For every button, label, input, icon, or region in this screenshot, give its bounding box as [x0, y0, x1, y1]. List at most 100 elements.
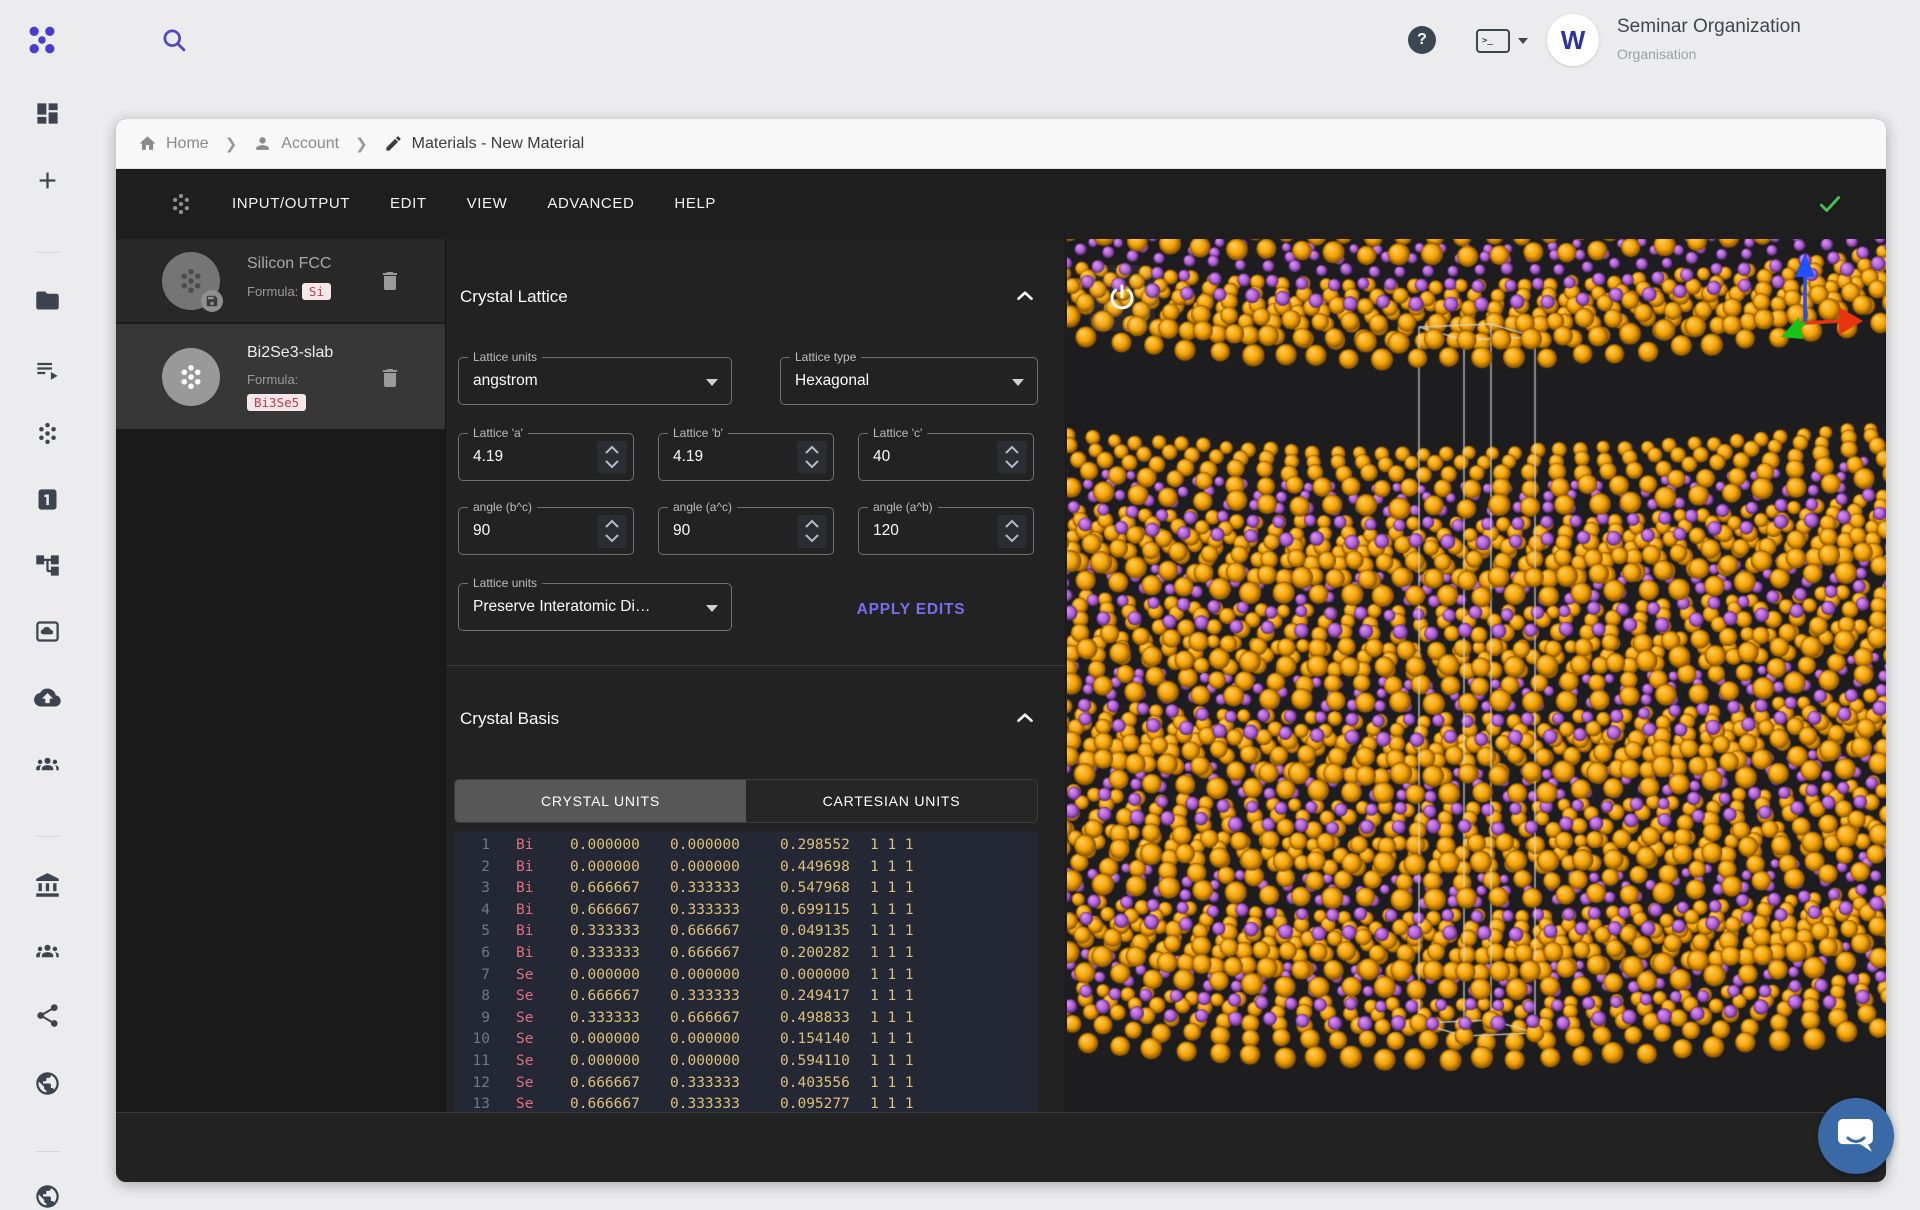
- basis-units-tabs: CRYSTAL UNITS CARTESIAN UNITS: [454, 779, 1038, 823]
- search-icon[interactable]: [160, 26, 188, 54]
- breadcrumb-account[interactable]: Account: [253, 134, 339, 153]
- collapse-basis-icon[interactable]: [1012, 705, 1038, 731]
- basis-row-2[interactable]: 2Bi0.0000000.0000000.4496981 1 1: [454, 856, 1038, 878]
- constraint-flags: 1 1 1: [870, 1050, 914, 1072]
- basis-row-11[interactable]: 11Se0.0000000.0000000.5941101 1 1: [454, 1050, 1038, 1072]
- material-name: Silicon FCC: [247, 255, 331, 273]
- sidebar-divider: [36, 1151, 60, 1152]
- lattice-units-behavior-select[interactable]: Lattice units Preserve Interatomic Di…: [458, 583, 732, 631]
- app-logo-icon[interactable]: [24, 22, 60, 58]
- users-icon[interactable]: [34, 937, 61, 964]
- menu-item-input-output[interactable]: INPUT/OUTPUT: [232, 195, 350, 212]
- line-number: 11: [454, 1050, 490, 1072]
- lattice-field-4[interactable]: angle (a^c)90: [658, 507, 834, 555]
- line-number: 10: [454, 1028, 490, 1050]
- coord-z: 0.049135: [780, 920, 850, 942]
- field-value: 4.19: [673, 434, 703, 480]
- coord-x: 0.666667: [570, 1093, 640, 1112]
- lattice-field-2[interactable]: Lattice 'c'40: [858, 433, 1034, 481]
- lattice-units-select[interactable]: Lattice units angstrom: [458, 357, 732, 405]
- basis-row-5[interactable]: 5Bi0.3333330.6666670.0491351 1 1: [454, 920, 1038, 942]
- basis-row-7[interactable]: 7Se0.0000000.0000000.0000001 1 1: [454, 964, 1038, 986]
- constraint-flags: 1 1 1: [870, 1093, 914, 1112]
- help-icon[interactable]: ?: [1408, 26, 1436, 54]
- field-value: 90: [473, 508, 490, 554]
- menu-item-view[interactable]: VIEW: [467, 195, 508, 212]
- console-dropdown-caret-icon[interactable]: [1518, 38, 1528, 44]
- line-number: 8: [454, 985, 490, 1007]
- sidebar-divider: [36, 836, 60, 837]
- workflows-icon[interactable]: [34, 552, 61, 579]
- stepper-control[interactable]: [997, 441, 1027, 474]
- cloud-upload-icon[interactable]: [34, 684, 61, 711]
- coord-y: 0.333333: [670, 877, 740, 899]
- material-item-silicon[interactable]: Silicon FCC Formula: Si: [116, 239, 445, 323]
- coord-z: 0.498833: [780, 1007, 850, 1029]
- basis-row-13[interactable]: 13Se0.6666670.3333330.0952771 1 1: [454, 1093, 1038, 1112]
- lattice-field-3[interactable]: angle (b^c)90: [458, 507, 634, 555]
- coord-y: 0.333333: [670, 985, 740, 1007]
- projects-folder-icon[interactable]: [34, 287, 61, 314]
- dashboard-icon[interactable]: [34, 100, 61, 127]
- breadcrumb-home[interactable]: Home: [138, 134, 209, 153]
- stepper-control[interactable]: [997, 515, 1027, 548]
- org-name[interactable]: Seminar Organization: [1617, 16, 1801, 38]
- materials-icon[interactable]: [34, 420, 61, 447]
- stepper-up-icon: [603, 444, 621, 456]
- images-icon[interactable]: [34, 618, 61, 645]
- delete-material-icon[interactable]: [378, 366, 402, 390]
- create-new-icon[interactable]: [34, 167, 61, 194]
- apply-edits-button[interactable]: APPLY EDITS: [826, 591, 996, 629]
- menu-item-help[interactable]: HELP: [674, 195, 716, 212]
- lattice-field-5[interactable]: angle (a^b)120: [858, 507, 1034, 555]
- menu-item-advanced[interactable]: ADVANCED: [547, 195, 634, 212]
- basis-row-8[interactable]: 8Se0.6666670.3333330.2494171 1 1: [454, 985, 1038, 1007]
- basis-row-6[interactable]: 6Bi0.3333330.6666670.2002821 1 1: [454, 942, 1038, 964]
- atoms-canvas[interactable]: [1067, 239, 1886, 1112]
- saved-check-icon[interactable]: [1816, 191, 1844, 217]
- stepper-control[interactable]: [797, 441, 827, 474]
- axes-gizmo-icon[interactable]: [1757, 245, 1867, 355]
- formula-label: Formula:: [247, 372, 298, 387]
- delete-material-icon[interactable]: [378, 269, 402, 293]
- organization-icon[interactable]: [34, 872, 61, 899]
- basis-row-9[interactable]: 9Se0.3333330.6666670.4988331 1 1: [454, 1007, 1038, 1029]
- stepper-control[interactable]: [797, 515, 827, 548]
- share-icon[interactable]: [34, 1002, 61, 1029]
- material-item-bi2se3-selected[interactable]: Bi2Se3-slab Formula: Bi3Se5: [116, 324, 445, 429]
- line-number: 4: [454, 899, 490, 921]
- stepper-down-icon: [803, 532, 821, 544]
- tab-cartesian-units[interactable]: CARTESIAN UNITS: [746, 780, 1037, 822]
- coord-z: 0.298552: [780, 834, 850, 856]
- stepper-control[interactable]: [597, 441, 627, 474]
- stepper-control[interactable]: [597, 515, 627, 548]
- coord-x: 0.000000: [570, 1028, 640, 1050]
- explore-globe-icon[interactable]: [34, 1070, 61, 1097]
- structure-3d-viewer[interactable]: [1067, 239, 1886, 1112]
- counter-one-icon[interactable]: [34, 486, 61, 513]
- coord-z: 0.547968: [780, 877, 850, 899]
- viewer-power-button[interactable]: [1089, 265, 1155, 331]
- chat-launcher-button[interactable]: [1818, 1098, 1894, 1174]
- basis-row-12[interactable]: 12Se0.6666670.3333330.4035561 1 1: [454, 1072, 1038, 1094]
- field-value: 90: [673, 508, 690, 554]
- console-icon[interactable]: >_: [1476, 29, 1510, 53]
- tab-crystal-units[interactable]: CRYSTAL UNITS: [455, 780, 746, 822]
- lattice-field-0[interactable]: Lattice 'a'4.19: [458, 433, 634, 481]
- lattice-field-1[interactable]: Lattice 'b'4.19: [658, 433, 834, 481]
- chevron-down-icon: [706, 379, 718, 386]
- avatar[interactable]: W: [1547, 14, 1599, 66]
- lattice-type-select[interactable]: Lattice type Hexagonal: [780, 357, 1038, 405]
- menu-item-edit[interactable]: EDIT: [390, 195, 427, 212]
- basis-row-10[interactable]: 10Se0.0000000.0000000.1541401 1 1: [454, 1028, 1038, 1050]
- globe-partial-icon[interactable]: [34, 1183, 61, 1210]
- basis-row-1[interactable]: 1Bi0.0000000.0000000.2985521 1 1: [454, 834, 1038, 856]
- coord-y: 0.000000: [670, 1050, 740, 1072]
- basis-coordinates-editor[interactable]: 1Bi0.0000000.0000000.2985521 1 12Bi0.000…: [454, 831, 1038, 1112]
- jobs-list-icon[interactable]: [34, 355, 61, 382]
- collapse-lattice-icon[interactable]: [1012, 283, 1038, 309]
- basis-row-4[interactable]: 4Bi0.6666670.3333330.6991151 1 1: [454, 899, 1038, 921]
- team-icon[interactable]: [34, 750, 61, 777]
- constraint-flags: 1 1 1: [870, 856, 914, 878]
- basis-row-3[interactable]: 3Bi0.6666670.3333330.5479681 1 1: [454, 877, 1038, 899]
